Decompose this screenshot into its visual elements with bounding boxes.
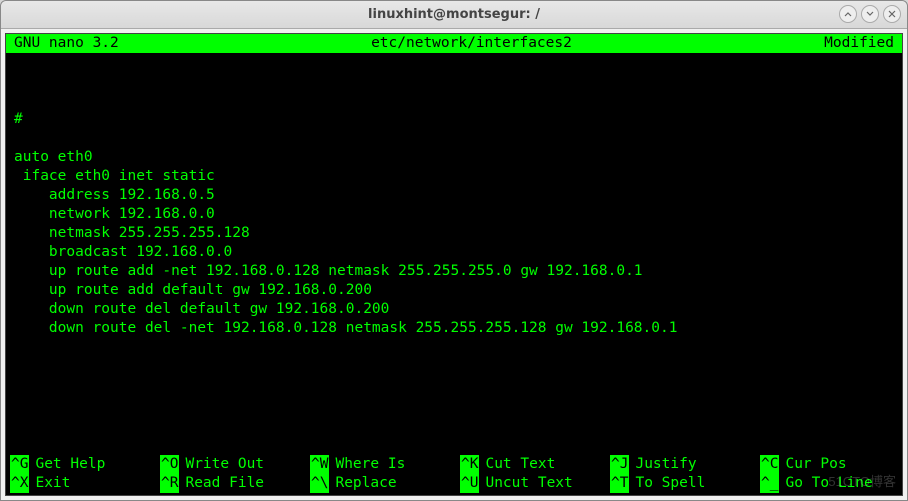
nano-header: GNU nano 3.2 etc/network/interfaces2 Mod… bbox=[6, 34, 902, 53]
shortcut[interactable]: ^_ Go To Line bbox=[760, 474, 873, 493]
shortcut-key: ^O bbox=[160, 455, 179, 474]
shortcut-label: Where Is bbox=[335, 455, 405, 474]
shortcut-label: Uncut Text bbox=[485, 474, 572, 493]
window-titlebar: linuxhint@montsegur: / bbox=[1, 1, 907, 29]
shortcut[interactable]: ^R Read File bbox=[160, 474, 310, 493]
shortcut-label: Exit bbox=[35, 474, 70, 493]
shortcut-label: Cur Pos bbox=[785, 455, 846, 474]
shortcut-label: Replace bbox=[335, 474, 396, 493]
nano-version: GNU nano 3.2 bbox=[14, 34, 119, 53]
terminal-window: linuxhint@montsegur: / GNU nano 3.2 etc/… bbox=[0, 0, 908, 501]
editor-line bbox=[14, 129, 894, 148]
editor-line: auto eth0 bbox=[14, 148, 894, 167]
editor-line: broadcast 192.168.0.0 bbox=[14, 243, 894, 262]
nano-footer: ^G Get Help ^O Write Out ^W Where Is ^K Cut Tex… bbox=[6, 455, 902, 495]
editor-line bbox=[14, 357, 894, 376]
editor-line bbox=[14, 53, 894, 72]
shortcut[interactable]: ^J Justify bbox=[610, 455, 760, 474]
editor-line bbox=[14, 72, 894, 91]
shortcut-key: ^R bbox=[160, 474, 179, 493]
editor-line: # bbox=[14, 110, 894, 129]
shortcut-label: Cut Text bbox=[485, 455, 555, 474]
shortcut-label: Read File bbox=[185, 474, 264, 493]
shortcut[interactable]: ^G Get Help bbox=[10, 455, 160, 474]
shortcut[interactable]: ^K Cut Text bbox=[460, 455, 610, 474]
shortcut[interactable]: ^O Write Out bbox=[160, 455, 310, 474]
editor-line: down route del -net 192.168.0.128 netmas… bbox=[14, 319, 894, 338]
shortcut-key: ^_ bbox=[760, 474, 779, 493]
editor-line: down route del default gw 192.168.0.200 bbox=[14, 300, 894, 319]
shortcut[interactable]: ^W Where Is bbox=[310, 455, 460, 474]
editor-line: address 192.168.0.5 bbox=[14, 186, 894, 205]
editor-body[interactable]: # auto eth0 iface eth0 inet static addre… bbox=[6, 53, 902, 455]
editor-line: iface eth0 inet static bbox=[14, 167, 894, 186]
shortcut[interactable]: ^C Cur Pos bbox=[760, 455, 847, 474]
shortcut-key: ^X bbox=[10, 474, 29, 493]
editor-line: up route add default gw 192.168.0.200 bbox=[14, 281, 894, 300]
shortcut-key: ^W bbox=[310, 455, 329, 474]
shortcut-label: Justify bbox=[635, 455, 696, 474]
editor-line bbox=[14, 338, 894, 357]
shortcut[interactable]: ^\ Replace bbox=[310, 474, 460, 493]
editor-line bbox=[14, 91, 894, 110]
nano-status: Modified bbox=[824, 34, 894, 53]
editor-line: up route add -net 192.168.0.128 netmask … bbox=[14, 262, 894, 281]
minimize-button[interactable] bbox=[839, 5, 857, 23]
shortcut-key: ^K bbox=[460, 455, 479, 474]
terminal-area[interactable]: GNU nano 3.2 etc/network/interfaces2 Mod… bbox=[5, 33, 903, 496]
shortcut[interactable]: ^T To Spell bbox=[610, 474, 760, 493]
footer-row-2: ^X Exit ^R Read File ^\ Replace ^U Uncut Text ^T… bbox=[6, 474, 902, 493]
shortcut-key: ^C bbox=[760, 455, 779, 474]
shortcut[interactable]: ^U Uncut Text bbox=[460, 474, 610, 493]
shortcut-label: To Spell bbox=[635, 474, 705, 493]
editor-line: netmask 255.255.255.128 bbox=[14, 224, 894, 243]
window-controls bbox=[839, 5, 901, 23]
shortcut-label: Write Out bbox=[185, 455, 264, 474]
shortcut-label: Get Help bbox=[35, 455, 105, 474]
nano-filename: etc/network/interfaces2 bbox=[119, 34, 824, 53]
editor-line bbox=[14, 376, 894, 395]
window-title: linuxhint@montsegur: / bbox=[368, 7, 540, 22]
shortcut-label: Go To Line bbox=[785, 474, 872, 493]
shortcut-key: ^\ bbox=[310, 474, 329, 493]
shortcut[interactable]: ^X Exit bbox=[10, 474, 160, 493]
shortcut-key: ^U bbox=[460, 474, 479, 493]
maximize-button[interactable] bbox=[861, 5, 879, 23]
editor-line: network 192.168.0.0 bbox=[14, 205, 894, 224]
footer-row-1: ^G Get Help ^O Write Out ^W Where Is ^K Cut Tex… bbox=[6, 455, 902, 474]
shortcut-key: ^G bbox=[10, 455, 29, 474]
close-button[interactable] bbox=[883, 5, 901, 23]
shortcut-key: ^J bbox=[610, 455, 629, 474]
shortcut-key: ^T bbox=[610, 474, 629, 493]
